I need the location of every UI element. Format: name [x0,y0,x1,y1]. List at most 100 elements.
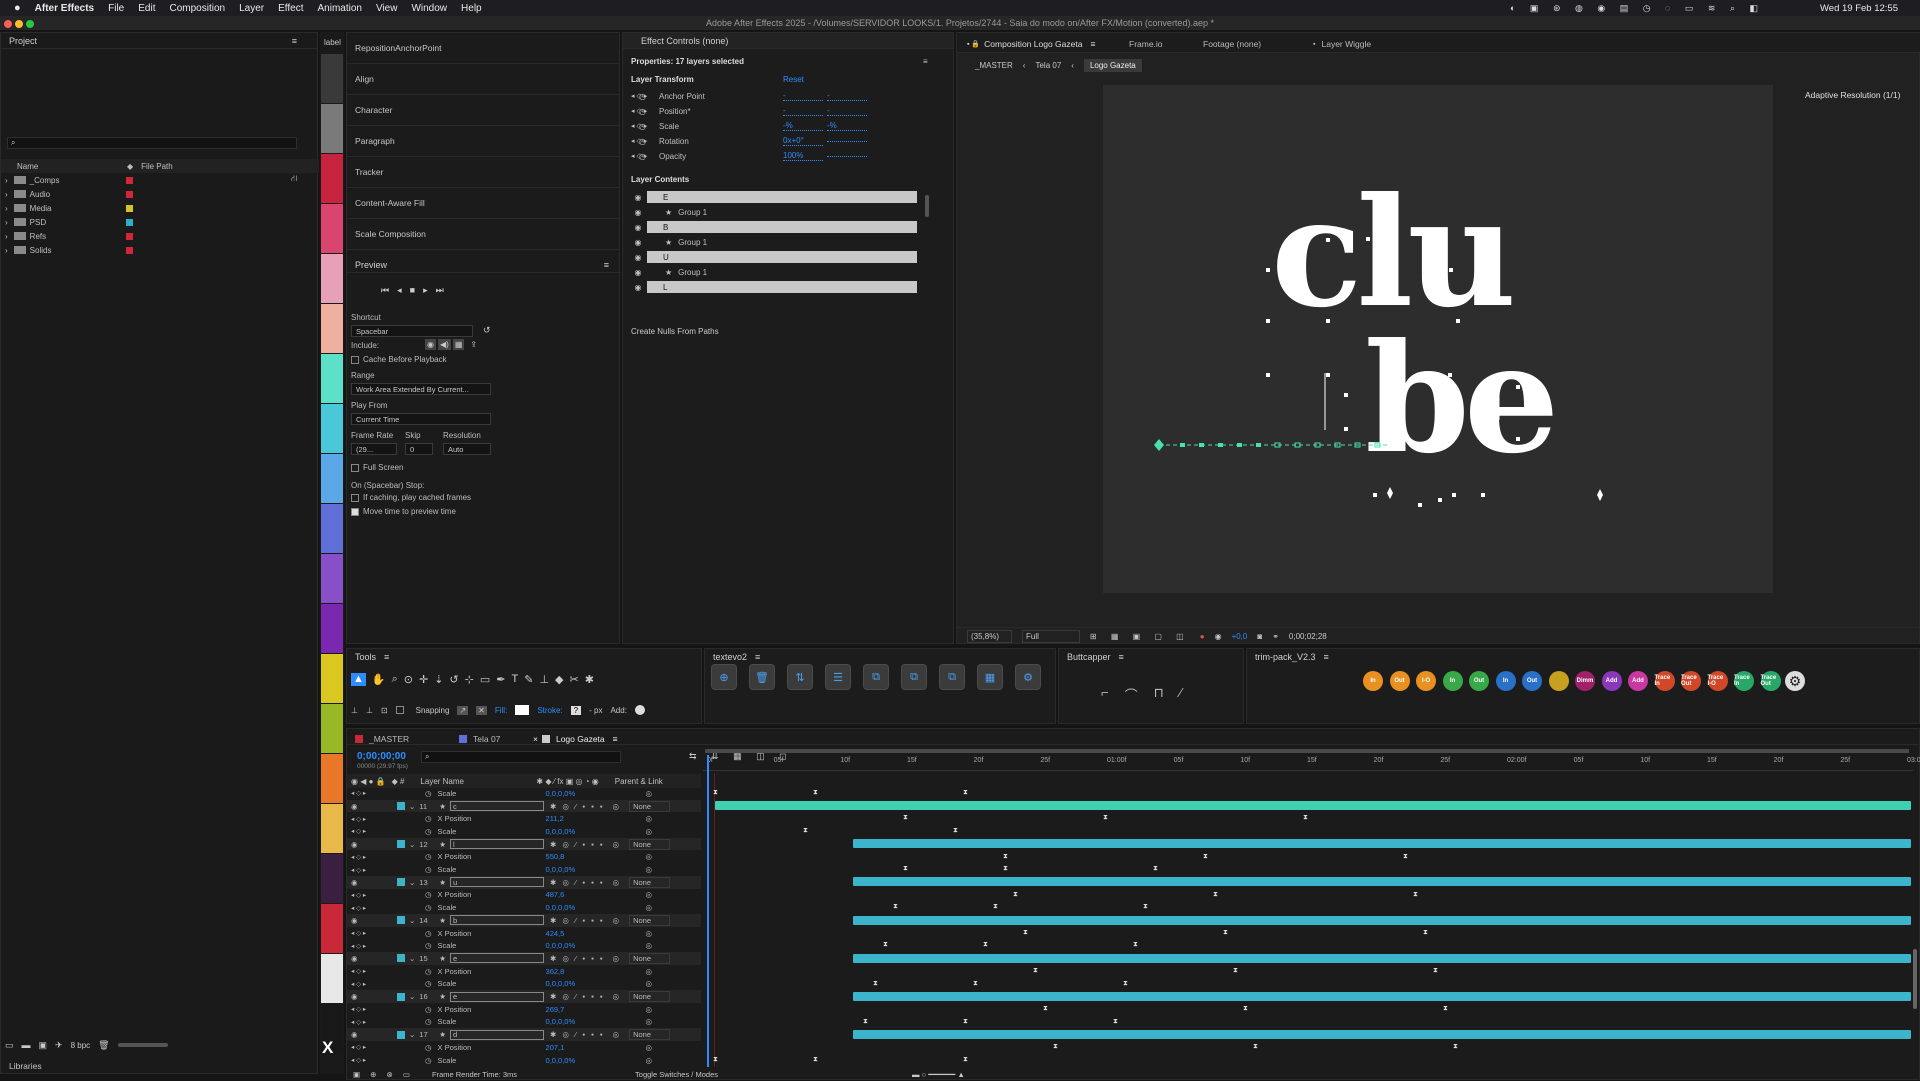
stopwatch-icon[interactable]: ◷ [425,1005,432,1014]
eye-icon[interactable]: ◉ [631,268,645,277]
hand-tool-icon[interactable]: ✋ [372,673,386,686]
trim-button[interactable]: Dimm [1575,671,1595,691]
pin-icon[interactable]: ✈ [55,1040,63,1051]
property-value[interactable]: 487,6 [546,890,646,899]
textevo-delete-icon[interactable]: 🗑 [749,664,775,690]
expression-icon[interactable]: ◎ [646,865,653,874]
expression-icon[interactable]: ◎ [646,789,653,798]
create-nulls-button[interactable]: Create Nulls From Paths [631,327,719,336]
layer-switches[interactable]: ✱ ◎ ⁄ ▪ ▪ ▪ [550,916,604,925]
prop-value-2[interactable] [827,155,867,157]
first-frame-icon[interactable]: ⏮ [381,285,389,296]
keyframe-icon[interactable]: ⧗ [883,941,888,948]
parent-select[interactable]: None [629,800,670,812]
visibility-icon[interactable]: ◉ [351,878,361,887]
layer-label-swatch[interactable] [397,1030,405,1039]
layer-name[interactable]: d [450,1029,545,1040]
textevo-duplicate-icon[interactable]: ⧉ [901,664,927,690]
layer-name[interactable]: e [450,953,545,964]
show-snapshot-icon[interactable]: ⚭ [1272,632,1279,641]
project-folder-row[interactable]: › Audio [1,187,319,201]
menu-window[interactable]: Window [411,3,447,14]
overlay-include-icon[interactable]: ▦ [452,339,465,350]
expand-arrow-icon[interactable]: › [5,176,8,185]
keyframe-icon[interactable]: ⧗ [1223,929,1228,936]
layer-duration-bar[interactable] [853,839,1911,849]
property-value[interactable]: 0,0,0,0% [546,1056,646,1065]
comp-timecode[interactable]: 0;00;02;28 [1289,632,1327,641]
stopwatch-icon[interactable]: ◷ [425,1056,432,1065]
prev-frame-icon[interactable]: ◂ [397,285,402,296]
comp-canvas[interactable]: clu be [1103,85,1773,593]
prop-value[interactable]: -% [783,121,823,131]
keyframe-nav-icon[interactable]: ◂ ◇ ▸ [351,1018,381,1026]
trim-button[interactable]: Trace In [1734,671,1754,691]
tab-footage[interactable]: Footage (none) [1203,36,1261,52]
motion-blur-icon[interactable]: ◎ [613,916,620,925]
trim-button[interactable]: Out [1522,671,1542,691]
property-value[interactable]: 0,0,0,0% [546,903,646,912]
keyframe-nav-icon[interactable]: ◂ ◇ ▸ [351,1043,381,1051]
expression-icon[interactable]: ◎ [646,1005,653,1014]
stopwatch-icon[interactable]: ◷ [425,827,432,836]
layer-switches[interactable]: ✱ ◎ ⁄ ▪ ▪ ▪ [550,878,604,887]
timeline-property-row[interactable]: ◂ ◇ ▸ ◷ X Position 211,2 ◎ [347,812,701,825]
motion-blur-icon[interactable]: ◎ [613,802,620,811]
keyframe-icon[interactable]: ⧗ [1033,967,1038,974]
fill-swatch[interactable] [515,705,530,715]
keyframe-icon[interactable]: ⧗ [1423,929,1428,936]
stopwatch-icon[interactable]: ◷ [425,941,432,950]
expression-icon[interactable]: ◎ [646,929,653,938]
textevo-menu-icon[interactable]: ≡ [755,652,760,662]
motion-blur-icon[interactable]: ◎ [613,840,620,849]
tab-composition[interactable]: ▪ 🔒 Composition Logo Gazeta ≡ [967,36,1095,52]
keyframe-icon[interactable]: ⧗ [1443,1005,1448,1012]
layer-duration-bar[interactable] [853,953,1911,963]
script-button[interactable]: RepositionAnchorPoint [347,33,619,64]
selection-tool-icon[interactable]: ▲ [351,673,366,686]
keyframe-icon[interactable]: ⧗ [963,1056,968,1063]
stopwatch-icon[interactable]: ◷ [425,967,432,976]
panel-menu-icon[interactable]: ≡ [292,36,297,46]
new-comp-icon[interactable]: ▣ [39,1040,48,1051]
timeline-property-row[interactable]: ◂ ◇ ▸ ◷ X Position 269,7 ◎ [347,1003,701,1016]
label-swatch[interactable] [321,754,343,803]
textevo-copy-icon[interactable]: ⧉ [939,664,965,690]
keyframe-icon[interactable]: ⧗ [1143,903,1148,910]
keyframe-icon[interactable]: ⧗ [1413,891,1418,898]
keyframe-icon[interactable]: ⧗ [1003,853,1008,860]
stop-option-1[interactable]: If caching, play cached frames [351,493,471,502]
property-value[interactable]: 0,0,0,0% [546,865,646,874]
timeline-property-row[interactable]: ◂ ◇ ▸ ◷ X Position 550,8 ◎ [347,851,701,864]
label-swatch[interactable] [321,554,343,603]
timeline-property-row[interactable]: ◂ ◇ ▸ ◷ Scale 0,0,0,0% ◎ [347,863,701,876]
world-axis-icon[interactable]: ⊥ [366,706,373,715]
visibility-icon[interactable]: ◉ [351,802,361,811]
trimpack-menu-icon[interactable]: ≡ [1324,652,1329,662]
zoom-slider[interactable]: ▬ ○ ━━━━━━ ▲ [912,1070,965,1079]
eye-icon[interactable]: ◉ [631,283,645,292]
anchor-tool-icon[interactable]: ⊹ [465,673,474,686]
keyframe-icon[interactable]: ⧗ [963,789,968,796]
textevo-link-icon[interactable]: ⧉ [863,664,889,690]
trim-button[interactable]: In [1363,671,1383,691]
stopwatch-icon[interactable]: ◷ [425,929,432,938]
timeline-property-row[interactable]: ◂ ◇ ▸ ◷ Scale 0,0,0,0% ◎ [347,939,701,952]
parent-select[interactable]: None [629,1029,670,1041]
motion-blur-icon[interactable]: ◎ [613,954,620,963]
timeline-layer-row[interactable]: ◉ ⌄ 16 ★ e ✱ ◎ ⁄ ▪ ▪ ▪ ◎ None [347,990,701,1003]
eye-icon[interactable]: ◉ [631,208,645,217]
eye-icon[interactable]: ◉ [631,223,645,232]
project-folder-row[interactable]: › _Comps [1,173,319,187]
label-swatch[interactable] [321,704,343,753]
properties-menu-icon[interactable]: ≡ [923,57,928,66]
menu-file[interactable]: File [108,3,124,14]
snap-option2-icon[interactable]: ✕ [476,705,487,715]
transparency-icon[interactable]: ◉ [1215,632,1222,641]
layer-duration-bar[interactable] [853,877,1911,887]
roto-tool-icon[interactable]: ✂ [570,673,579,686]
menu-edit[interactable]: Edit [138,3,155,14]
label-swatch[interactable] [321,254,343,303]
layer-name[interactable]: b [450,915,545,926]
shortcut-select[interactable]: Spacebar [351,325,473,337]
